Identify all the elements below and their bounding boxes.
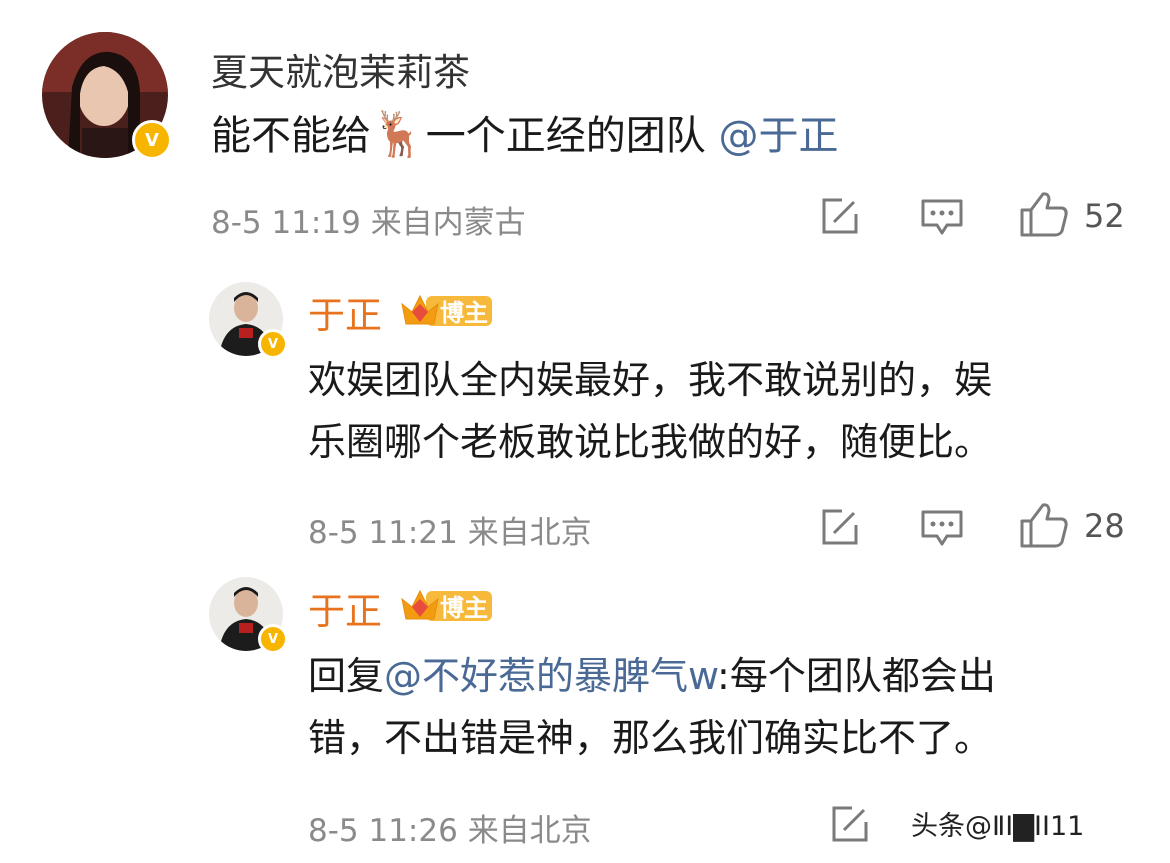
comment-text-part: 能不能给 xyxy=(211,113,371,159)
blogger-label: 博主 xyxy=(440,594,488,622)
edit-icon[interactable] xyxy=(818,505,862,549)
comment-text-line: 欢娱团队全内娱最好，我不敢说别的，娱 xyxy=(308,358,993,402)
thumbs-up-icon[interactable] xyxy=(1019,501,1069,549)
comment-text-part: :每个团队都会出 xyxy=(717,654,996,698)
verified-badge-icon: V xyxy=(132,120,172,160)
location: 来自内蒙古 xyxy=(370,205,526,241)
reply-prefix: 回复 xyxy=(308,654,385,698)
like-count: 52 xyxy=(1084,197,1125,235)
avatar[interactable]: V xyxy=(209,577,288,654)
deer-emoji-icon: 🦌 xyxy=(371,109,426,160)
comment-text: 欢娱团队全内娱最好，我不敢说别的，娱 乐圈哪个老板敢说比我做的好，随便比。 xyxy=(308,349,992,473)
location: 来自北京 xyxy=(467,515,592,551)
verified-badge-icon: V xyxy=(258,624,288,654)
like-count: 28 xyxy=(1084,507,1125,545)
comment-text: 能不能给🦌一个正经的团队 @于正 xyxy=(211,104,839,167)
comment-meta: 8-5 11:21 来自北京 xyxy=(308,507,592,552)
location: 来自北京 xyxy=(467,813,592,849)
comment-icon[interactable] xyxy=(919,506,965,550)
blogger-label: 博主 xyxy=(440,299,488,327)
mention-link[interactable]: @于正 xyxy=(719,113,839,159)
timestamp: 8-5 11:26 xyxy=(308,813,458,849)
comment-text-line: 错，不出错是神，那么我们确实比不了。 xyxy=(308,716,993,760)
edit-icon[interactable] xyxy=(818,194,862,238)
thumbs-up-icon[interactable] xyxy=(1019,190,1069,238)
user-name[interactable]: 于正 xyxy=(308,581,382,635)
timestamp: 8-5 11:19 xyxy=(211,205,361,241)
timestamp: 8-5 11:21 xyxy=(308,515,458,551)
comment-meta: 8-5 11:26 来自北京 xyxy=(308,805,592,850)
mention-link[interactable]: @不好惹的暴脾气w xyxy=(384,654,717,698)
edit-icon[interactable] xyxy=(828,802,872,846)
comment-text-line: 回复@不好惹的暴脾气w:每个团队都会出 xyxy=(308,645,996,707)
watermark: 头条@ⅡⅠ▇ⅠⅠ11 xyxy=(905,804,1091,843)
avatar[interactable]: V xyxy=(42,32,172,160)
comment-meta: 8-5 11:19 来自内蒙古 xyxy=(211,197,526,242)
verified-badge-icon: V xyxy=(258,329,288,359)
comment-text-line: 乐圈哪个老板敢说比我做的好，随便比。 xyxy=(308,420,993,464)
avatar[interactable]: V xyxy=(209,282,288,359)
user-name[interactable]: 夏天就泡茉莉茶 xyxy=(211,42,470,96)
comment-text-part: 一个正经的团队 xyxy=(425,113,719,159)
user-name[interactable]: 于正 xyxy=(308,285,382,339)
comment-text: 回复@不好惹的暴脾气w:每个团队都会出 错，不出错是神，那么我们确实比不了。 xyxy=(308,645,996,769)
comment-icon[interactable] xyxy=(919,195,965,239)
